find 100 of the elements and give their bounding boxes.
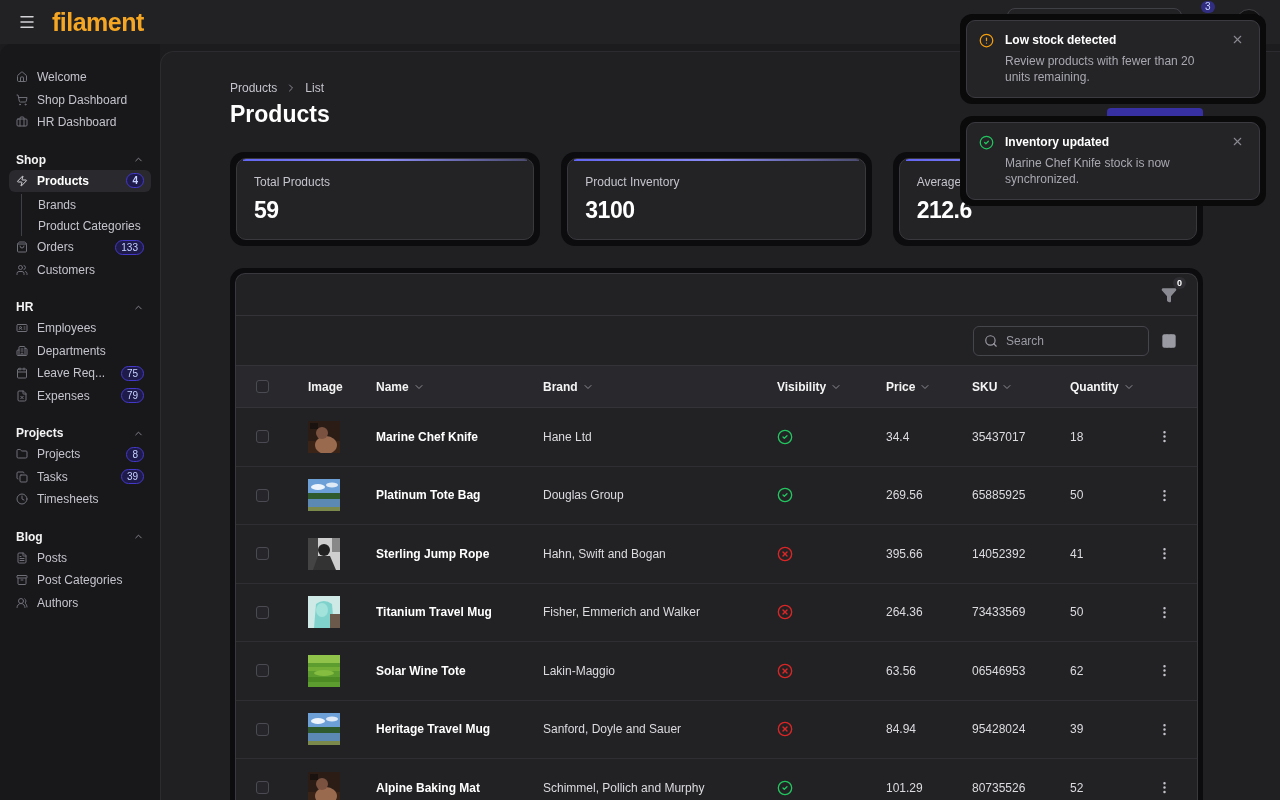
brand-logo: filament <box>52 7 144 37</box>
table-cell-text: Marine Chef Knife <box>376 429 479 444</box>
sidebar-item[interactable]: Leave Req... 75 <box>9 362 151 385</box>
x-circle-icon <box>777 545 793 562</box>
select-all-checkbox[interactable] <box>256 380 269 393</box>
column-header[interactable]: Name <box>376 379 425 394</box>
column-header[interactable]: Brand <box>543 379 594 394</box>
table-cell-text: Sterling Jump Rope <box>376 546 491 561</box>
stat-value: 212.6 <box>916 197 972 224</box>
row-checkbox[interactable] <box>256 605 269 619</box>
breadcrumb-link[interactable]: List <box>305 81 325 95</box>
count-badge: 4 <box>126 173 144 189</box>
stat-label: Average <box>916 175 962 189</box>
row-checkbox[interactable] <box>256 547 269 561</box>
sidebar-group-header[interactable]: Blog <box>9 525 151 547</box>
x-circle-icon <box>777 604 793 621</box>
column-header[interactable]: Quantity <box>1070 379 1135 394</box>
sidebar-group-header[interactable]: Projects <box>9 422 151 443</box>
table-cell-text: 52 <box>1070 780 1085 795</box>
table-cell-text: Hahn, Swift and Bogan <box>543 546 667 561</box>
building-icon <box>16 344 28 357</box>
alert-icon <box>979 33 994 48</box>
cart-icon <box>16 93 28 106</box>
column-header[interactable]: Visibility <box>777 379 843 394</box>
filter-icon[interactable] <box>1161 286 1177 303</box>
table-cell-text: Hane Ltd <box>543 429 593 444</box>
table-cell-text: 395.66 <box>886 546 924 561</box>
table-cell-text: Heritage Travel Mug <box>376 722 492 737</box>
toast-title: Low stock detected <box>1005 33 1118 47</box>
sidebar-item[interactable]: Welcome <box>9 66 151 89</box>
people-icon <box>16 263 28 276</box>
x-circle-icon <box>777 662 793 679</box>
table-cell-text: 80735526 <box>972 780 1027 795</box>
table-cell-text: Solar Wine Tote <box>376 663 467 678</box>
sidebar-item[interactable]: Employees <box>9 317 151 340</box>
page-title: Products <box>230 101 330 128</box>
breadcrumb-link[interactable]: Products <box>230 81 278 95</box>
row-checkbox[interactable] <box>256 722 269 736</box>
sidebar-item[interactable]: Departments <box>9 339 151 362</box>
check-circle-icon <box>979 135 994 150</box>
table-cell-text: 73433569 <box>972 605 1027 620</box>
bag-icon <box>16 241 28 254</box>
row-checkbox[interactable] <box>256 488 269 502</box>
sidebar-item[interactable]: Timesheets <box>9 488 151 511</box>
sidebar-subitem[interactable]: Brands <box>38 194 151 215</box>
stat-label: Total Products <box>254 175 331 189</box>
search-field[interactable]: Search <box>973 325 1149 356</box>
column-header: Image <box>308 379 344 394</box>
calendar-icon <box>16 367 28 380</box>
sidebar-item[interactable]: Projects 8 <box>9 443 151 466</box>
count-badge: 75 <box>120 365 144 381</box>
sidebar-item[interactable]: Shop Dashboard <box>9 88 151 111</box>
document-icon <box>16 389 28 402</box>
table-cell-text: 264.36 <box>886 605 924 620</box>
table-cell-text: 18 <box>1070 429 1085 444</box>
sidebar-item[interactable]: Expenses 79 <box>9 384 151 407</box>
column-header[interactable]: SKU <box>972 379 1014 394</box>
menu-icon[interactable] <box>18 13 36 31</box>
toast-message: Marine Chef Knife stock is now synchronized. <box>1005 155 1171 187</box>
clock-icon <box>16 493 28 506</box>
sidebar-group-header[interactable]: Shop <box>9 148 151 170</box>
column-header[interactable]: Price <box>886 379 932 394</box>
count-badge: 79 <box>120 388 144 404</box>
row-checkbox[interactable] <box>256 664 269 678</box>
sidebar-item[interactable]: Posts <box>9 546 151 569</box>
notification-badge: 3 <box>1201 1 1215 13</box>
sidebar-subitem[interactable]: Product Categories <box>38 215 151 236</box>
search-icon <box>984 333 998 348</box>
sidebar-item[interactable]: Tasks 39 <box>9 465 151 488</box>
table-cell-text: Schimmel, Pollich and Murphy <box>543 780 706 795</box>
table-cell-text: Douglas Group <box>543 488 625 503</box>
table-cell-text: 84.94 <box>886 722 918 737</box>
sidebar-item[interactable]: Products 4 <box>9 169 151 192</box>
sidebar-item[interactable]: Authors <box>9 591 151 614</box>
table-cell-text: 50 <box>1070 488 1085 503</box>
table-cell-text: Fisher, Emmerich and Walker <box>543 605 701 620</box>
sidebar-item[interactable]: Orders 133 <box>9 236 151 259</box>
briefcase-icon <box>16 116 28 129</box>
toast-title: Inventory updated <box>1005 135 1110 149</box>
table-cell-text: Lakin-Maggio <box>543 663 617 678</box>
toast-message: Review products with fewer than 20 units remaining. <box>1005 53 1196 85</box>
sidebar-item[interactable]: HR Dashboard <box>9 111 151 134</box>
table-cell-text: 95428024 <box>972 722 1027 737</box>
table-cell-text: Sanford, Doyle and Sauer <box>543 722 683 737</box>
sidebar-group-header[interactable]: HR <box>9 296 151 317</box>
table-cell-text: Alpine Baking Mat <box>376 780 481 795</box>
check-circle-icon <box>777 487 793 504</box>
table-cell-text: 269.56 <box>886 488 924 503</box>
table-cell-text: Platinum Tote Bag <box>376 488 482 503</box>
sidebar-item[interactable]: Post Categories <box>9 569 151 592</box>
filter-count-badge: 0 <box>1173 276 1186 289</box>
table-cell-text: 41 <box>1070 546 1085 561</box>
stat-label: Product Inventory <box>585 175 680 189</box>
people-icon <box>16 596 28 609</box>
check-circle-icon <box>777 428 793 445</box>
sidebar-item[interactable]: Customers <box>9 258 151 281</box>
row-checkbox[interactable] <box>256 781 269 795</box>
table-cell-text: 101.29 <box>886 780 924 795</box>
id-card-icon <box>16 322 28 335</box>
row-checkbox[interactable] <box>256 430 269 444</box>
